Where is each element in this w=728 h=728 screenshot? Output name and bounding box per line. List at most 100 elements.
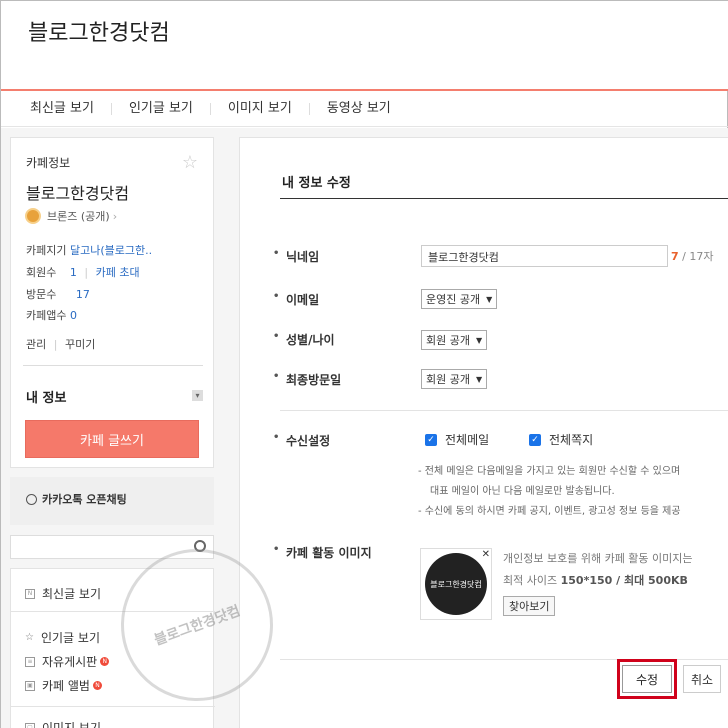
title-underline — [280, 198, 728, 199]
profile-image: 블로그한경닷컴 — [425, 553, 487, 615]
page-title: 내 정보 수정 — [282, 176, 351, 191]
write-post-button[interactable]: 카페 글쓰기 — [25, 420, 199, 458]
star-icon[interactable]: ☆ — [182, 152, 198, 173]
select-value: 회원 공개 — [426, 334, 470, 347]
size-value: 150*150 / 최대 500KB — [560, 574, 688, 587]
receive-note-1: - 전체 메일은 다음메일을 가지고 있는 회원만 수신할 수 있으며 — [418, 466, 681, 477]
manager-value[interactable]: 달고나(블로그한.. — [70, 244, 152, 257]
nickname-counter: 7 / 17자 — [671, 248, 713, 264]
menu-free-board[interactable]: ≡ 자유게시판 N — [25, 653, 110, 670]
star-icon: ☆ — [25, 632, 34, 643]
visits-label: 방문수 — [26, 288, 57, 301]
close-icon[interactable]: ✕ — [482, 549, 490, 560]
manager-label: 카페지기 — [26, 244, 67, 257]
menu-images[interactable]: ▢ 이미지 보기 — [25, 719, 101, 728]
member-level[interactable]: 브론즈 (공개) › — [25, 208, 117, 224]
level-label: 브론즈 (공개) — [47, 210, 110, 223]
expand-icon[interactable]: ▾ — [192, 390, 203, 401]
members-label: 회원수 — [26, 266, 57, 279]
receive-note-3: - 수신에 동의 하시면 카페 공지, 이벤트, 광고성 정보 등을 제공 — [418, 506, 681, 517]
image-description: 개인정보 보호를 위해 카페 활동 이미지는 — [503, 552, 693, 565]
app-row: 카페앱수 0 — [26, 307, 77, 323]
members-row: 회원수 1 | 카페 초대 — [26, 264, 140, 280]
checkmark-icon: ✓ — [529, 433, 541, 446]
new-badge: N — [92, 681, 102, 690]
chat-label: 카카오톡 오픈채팅 — [42, 493, 127, 506]
invite-link[interactable]: 카페 초대 — [96, 266, 140, 279]
checkbox-label: 전체쪽지 — [549, 433, 594, 447]
album-icon: ▣ — [25, 680, 35, 691]
nav-videos[interactable]: 동영상 보기 — [310, 102, 408, 115]
header: 블로그한경닷컴 — [1, 1, 728, 91]
chevron-down-icon: ▼ — [475, 374, 483, 384]
counter-current: 7 — [671, 250, 679, 263]
email-visibility-select[interactable]: 운영진 공개 ▼ — [421, 289, 498, 309]
all-note-checkbox[interactable]: ✓ 전체쪽지 — [529, 431, 593, 448]
manage-row: 관리 | 꾸미기 — [26, 336, 95, 352]
gender-age-label: 성별/나이 — [273, 331, 334, 348]
divider — [11, 706, 215, 707]
last-visit-label: 최종방문일 — [273, 371, 341, 388]
submit-button[interactable]: 수정 — [622, 665, 672, 693]
image-size-info: 최적 사이즈 150*150 / 최대 500KB — [503, 572, 688, 588]
bronze-medal-icon — [25, 208, 41, 224]
visits-row: 방문수 17 — [26, 286, 90, 302]
counter-total: / 17자 — [682, 250, 714, 263]
kakao-open-chat[interactable]: 카카오톡 오픈채팅 — [10, 477, 214, 525]
browse-button[interactable]: 찾아보기 — [503, 596, 556, 616]
menu-label: 인기글 보기 — [40, 631, 100, 645]
menu-album[interactable]: ▣ 카페 앨범 N — [25, 677, 102, 694]
cafe-info-panel: 카페정보 ☆ 블로그한경닷컴 브론즈 (공개) › 카페지기 달고나(블로그한.… — [10, 137, 214, 468]
receive-note-2: 대표 메일이 아닌 다음 메일로만 발송됩니다. — [430, 486, 615, 497]
cancel-button[interactable]: 취소 — [683, 665, 721, 693]
checkmark-icon: ✓ — [425, 433, 437, 446]
nickname-input[interactable]: 블로그한경닷컴 — [421, 245, 668, 267]
menu-label: 이미지 보기 — [42, 721, 102, 728]
all-mail-checkbox[interactable]: ✓ 전체메일 — [425, 431, 489, 448]
chevron-down-icon: ▼ — [486, 294, 493, 304]
cafe-info-title: 카페정보 — [26, 156, 71, 170]
new-badge: N — [100, 657, 110, 666]
latest-icon: N — [25, 588, 35, 599]
decorate-link[interactable]: 꾸미기 — [65, 338, 95, 351]
size-prefix: 최적 사이즈 — [503, 574, 558, 587]
image-icon: ▢ — [25, 722, 35, 728]
menu-latest[interactable]: N 최신글 보기 — [25, 585, 101, 602]
email-label: 이메일 — [273, 291, 319, 308]
chevron-down-icon: ▼ — [475, 335, 483, 345]
gender-age-visibility-select[interactable]: 회원 공개 ▼ — [421, 330, 488, 350]
activity-image-thumbnail[interactable]: 블로그한경닷컴 ✕ — [420, 548, 492, 620]
chat-icon — [26, 494, 37, 505]
last-visit-visibility-select[interactable]: 회원 공개 ▼ — [421, 369, 488, 389]
receive-settings-label: 수신설정 — [273, 432, 330, 449]
select-value: 운영진 공개 — [426, 293, 481, 306]
visits-value: 17 — [75, 288, 90, 301]
menu-label: 카페 앨범 — [42, 679, 90, 693]
activity-image-label: 카페 활동 이미지 — [273, 544, 372, 561]
nav-popular[interactable]: 인기글 보기 — [112, 102, 211, 115]
divider — [280, 410, 728, 411]
members-value[interactable]: 1 — [70, 266, 77, 279]
manage-link[interactable]: 관리 — [26, 338, 46, 351]
separator: | — [84, 266, 89, 279]
edit-profile-panel: 내 정보 수정 닉네임 블로그한경닷컴 7 / 17자 이메일 운영진 공개 ▼… — [239, 137, 728, 728]
nickname-label: 닉네임 — [273, 248, 319, 265]
app-label: 카페앱수 — [26, 309, 67, 322]
chevron-right-icon: › — [112, 209, 118, 223]
top-nav: 최신글 보기 인기글 보기 이미지 보기 동영상 보기 — [1, 91, 728, 127]
separator: | — [53, 338, 58, 351]
site-title[interactable]: 블로그한경닷컴 — [28, 15, 170, 47]
manager-row: 카페지기 달고나(블로그한.. — [26, 242, 152, 258]
menu-popular[interactable]: ☆ 인기글 보기 — [25, 629, 100, 646]
nav-latest[interactable]: 최신글 보기 — [13, 102, 112, 115]
app-value: 0 — [69, 309, 77, 322]
cafe-name[interactable]: 블로그한경닷컴 — [26, 180, 129, 204]
divider — [23, 365, 203, 366]
menu-label: 자유게시판 — [42, 655, 98, 669]
checkbox-label: 전체메일 — [445, 433, 490, 447]
board-icon: ≡ — [25, 656, 35, 667]
nav-images[interactable]: 이미지 보기 — [211, 102, 310, 115]
select-value: 회원 공개 — [426, 373, 470, 386]
my-info-title[interactable]: 내 정보 — [26, 387, 66, 406]
menu-label: 최신글 보기 — [42, 587, 102, 601]
